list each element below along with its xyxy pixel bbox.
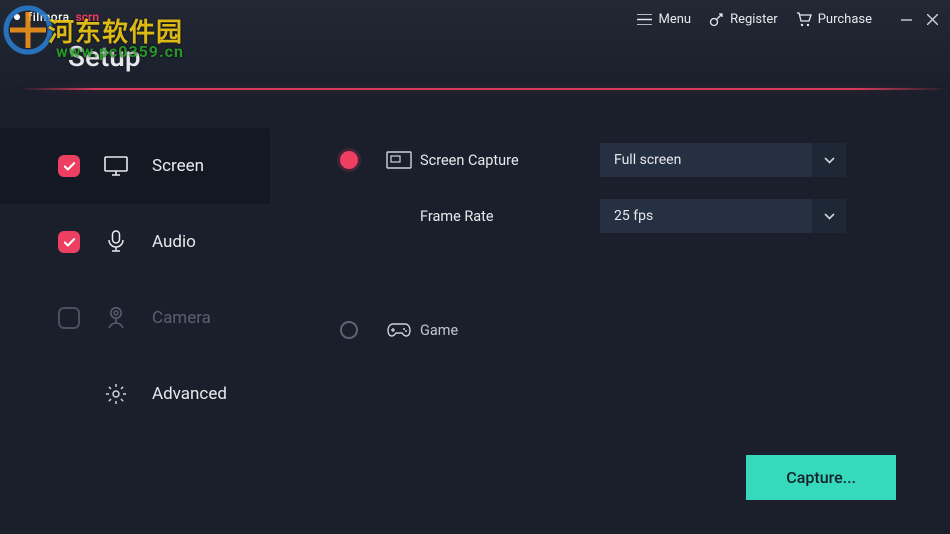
- sidebar-item-label: Advanced: [152, 384, 227, 404]
- screen-checkbox[interactable]: [58, 155, 80, 177]
- brand-main: filmora: [28, 10, 70, 24]
- frame-rate-select[interactable]: 25 fps: [600, 199, 846, 233]
- purchase-button[interactable]: Purchase: [796, 12, 872, 27]
- screen-capture-value: Full screen: [600, 152, 681, 168]
- check-icon: [63, 160, 76, 173]
- brand-logo: filmora scrn: [14, 10, 141, 24]
- capture-button[interactable]: Capture...: [746, 455, 896, 500]
- purchase-label: Purchase: [818, 12, 872, 27]
- sidebar-item-label: Screen: [152, 156, 204, 176]
- screen-capture-radio[interactable]: [340, 151, 358, 169]
- screen-area-icon: [386, 151, 420, 169]
- game-label: Game: [420, 322, 600, 339]
- chevron-down-icon: [812, 199, 846, 233]
- sidebar-item-screen[interactable]: Screen: [0, 128, 270, 204]
- minimize-button[interactable]: [900, 14, 912, 26]
- sidebar-item-label: Audio: [152, 232, 196, 252]
- check-icon: [63, 236, 76, 249]
- main-panel: Screen Capture Full screen Frame Rate 25…: [270, 90, 950, 534]
- page-title: Setup: [14, 40, 141, 73]
- close-icon: [927, 14, 938, 25]
- menu-icon: [637, 14, 652, 25]
- camera-icon: [104, 306, 128, 330]
- gear-icon: [104, 383, 128, 405]
- game-option[interactable]: Game: [340, 302, 896, 358]
- chevron-down-icon: [812, 143, 846, 177]
- frame-rate-option: Frame Rate 25 fps: [340, 188, 896, 244]
- monitor-icon: [104, 156, 128, 176]
- screen-capture-select[interactable]: Full screen: [600, 143, 846, 177]
- menu-label: Menu: [658, 12, 691, 27]
- sidebar-item-camera[interactable]: Camera: [0, 280, 270, 356]
- sidebar-item-audio[interactable]: Audio: [0, 204, 270, 280]
- sidebar-item-advanced[interactable]: Advanced: [0, 356, 270, 432]
- frame-rate-value: 25 fps: [600, 208, 653, 224]
- close-button[interactable]: [926, 14, 938, 26]
- minimize-icon: [901, 14, 912, 25]
- register-label: Register: [730, 12, 778, 27]
- screen-capture-option[interactable]: Screen Capture Full screen: [340, 132, 896, 188]
- sidebar-item-label: Camera: [152, 308, 211, 328]
- brand-sub: scrn: [76, 10, 99, 24]
- cart-icon: [796, 12, 812, 27]
- register-button[interactable]: Register: [709, 12, 778, 27]
- game-radio[interactable]: [340, 321, 358, 339]
- key-icon: [709, 12, 724, 27]
- audio-checkbox[interactable]: [58, 231, 80, 253]
- camera-checkbox[interactable]: [58, 307, 80, 329]
- screen-capture-label: Screen Capture: [420, 152, 600, 169]
- menu-button[interactable]: Menu: [637, 12, 691, 27]
- microphone-icon: [104, 230, 128, 254]
- frame-rate-label: Frame Rate: [420, 208, 600, 225]
- sidebar: Screen Audio Camera Advanced: [0, 90, 270, 534]
- gamepad-icon: [386, 321, 420, 339]
